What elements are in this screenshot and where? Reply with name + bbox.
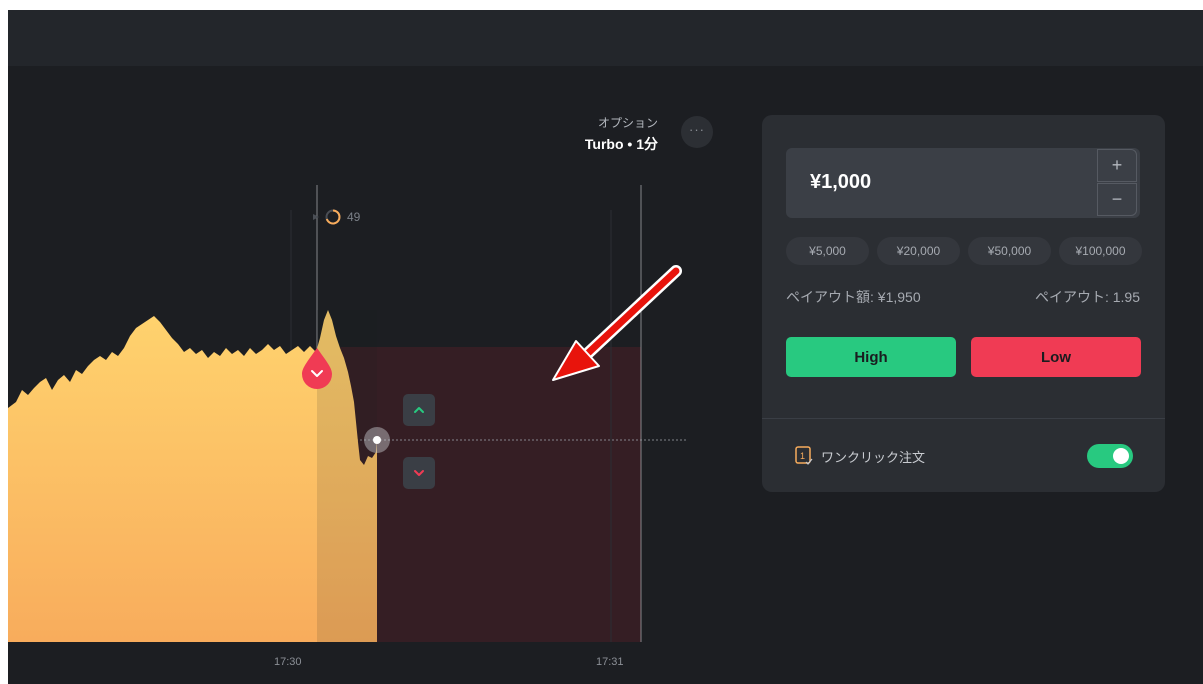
panel-divider <box>762 418 1165 419</box>
price-chart <box>8 185 688 642</box>
high-button[interactable]: High <box>786 337 956 377</box>
quick-low-button[interactable] <box>403 457 435 489</box>
countdown-seconds: 49 <box>347 210 361 224</box>
preset-20000[interactable]: ¥20,000 <box>877 237 960 265</box>
current-price-marker <box>364 427 390 453</box>
svg-text:1: 1 <box>800 451 805 461</box>
decrease-amount-button[interactable]: − <box>1097 183 1137 216</box>
past-entry-shade <box>317 310 377 642</box>
amount-presets: ¥5,000 ¥20,000 ¥50,000 ¥100,000 <box>786 237 1142 265</box>
x-tick-1731: 17:31 <box>596 656 624 668</box>
preset-5000[interactable]: ¥5,000 <box>786 237 869 265</box>
toggle-knob <box>1113 448 1129 464</box>
preset-50000[interactable]: ¥50,000 <box>968 237 1051 265</box>
payout-rate: ペイアウト: 1.95 <box>1034 289 1140 305</box>
amount-input[interactable]: ¥1,000 + − <box>786 148 1140 218</box>
option-value[interactable]: Turbo • 1分 <box>548 134 658 154</box>
oneclick-label: ワンクリック注文 <box>821 449 926 465</box>
oneclick-icon: 1 <box>795 446 813 465</box>
oneclick-toggle[interactable] <box>1087 444 1133 468</box>
countdown-timer: 49 <box>313 209 360 225</box>
oneclick-row: 1 ワンクリック注文 <box>795 446 925 466</box>
trading-app: 17:30 17:31 オプション Turbo • 1分 ··· 49 ¥1,0… <box>8 10 1203 684</box>
countdown-ring-icon <box>325 209 341 225</box>
low-button[interactable]: Low <box>971 337 1141 377</box>
x-tick-1730: 17:30 <box>274 656 302 668</box>
chevron-down-icon <box>414 470 424 476</box>
preset-100000[interactable]: ¥100,000 <box>1059 237 1142 265</box>
more-options-button[interactable]: ··· <box>681 116 713 148</box>
quick-high-button[interactable] <box>403 394 435 426</box>
option-label: オプション <box>597 116 658 130</box>
trade-panel: ¥1,000 + − ¥5,000 ¥20,000 ¥50,000 ¥100,0… <box>762 115 1165 492</box>
payout-amount: ペイアウト額: ¥1,950 <box>786 289 921 305</box>
chevron-up-icon <box>414 407 424 413</box>
increase-amount-button[interactable]: + <box>1097 149 1137 182</box>
play-icon <box>313 214 319 220</box>
amount-value[interactable]: ¥1,000 <box>810 171 871 194</box>
